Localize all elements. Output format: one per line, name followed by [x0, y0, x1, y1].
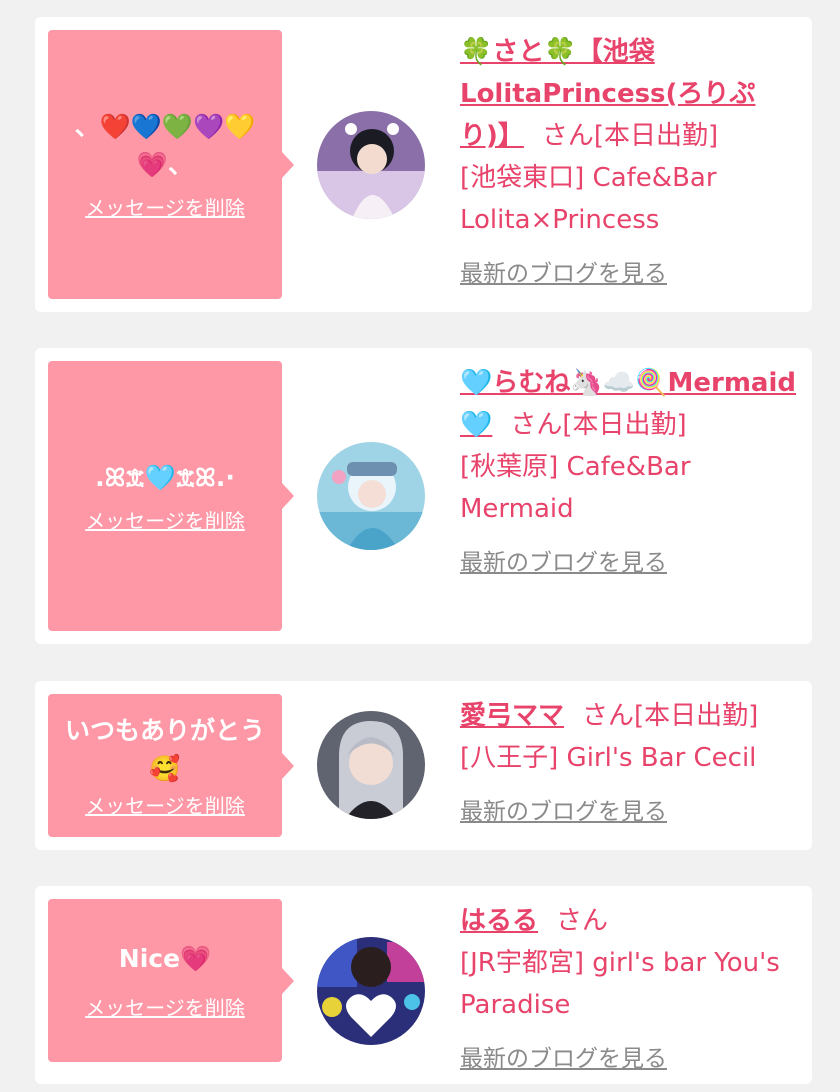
message-bubble: Nice💗 メッセージを削除 [48, 899, 294, 1062]
cast-info: 愛弓ママ さん[本日出勤] [八王子] Girl's Bar Cecil 最新のブ… [460, 695, 798, 833]
message-list: 、❤️💙💚💜💛💗、 メッセージを削除 🍀さと🍀【池袋LolitaPrincess… [0, 0, 840, 1092]
shop-name: [池袋東口] Cafe&Bar Lolita×Princess [460, 163, 717, 235]
avatar-photo [317, 711, 425, 819]
delete-message-link[interactable]: メッセージを削除 [85, 992, 245, 1021]
message-text: .ꕤ𖠊🩵𖠊ꕤ.· [95, 462, 235, 492]
message-bubble: いつもありがとう🥰 メッセージを削除 [48, 694, 294, 837]
cast-name-link[interactable]: 愛弓ママ [460, 701, 564, 731]
message-card: Nice💗 メッセージを削除 はるる さん [JR宇都宮] girl's bar … [35, 886, 812, 1084]
avatar-photo [317, 442, 425, 550]
cast-info: はるる さん [JR宇都宮] girl's bar You's Paradise … [460, 900, 798, 1080]
cast-suffix: さん [556, 906, 609, 936]
message-card: .ꕤ𖠊🩵𖠊ꕤ.· メッセージを削除 🩵らむね🦄☁️🍭Mermaid🩵 さん[本日出… [35, 348, 812, 644]
cast-info: 🩵らむね🦄☁️🍭Mermaid🩵 さん[本日出勤] [秋葉原] Cafe&Bar … [460, 362, 798, 584]
avatar[interactable] [317, 937, 425, 1045]
message-bubble: 、❤️💙💚💜💛💗、 メッセージを削除 [48, 30, 294, 299]
avatar[interactable] [317, 711, 425, 819]
latest-blog-link[interactable]: 最新のブログを見る [460, 253, 798, 295]
cast-suffix: さん[本日出勤] [510, 410, 687, 440]
message-text: Nice💗 [118, 944, 212, 973]
message-card: 、❤️💙💚💜💛💗、 メッセージを削除 🍀さと🍀【池袋LolitaPrincess… [35, 17, 812, 312]
avatar-photo [317, 111, 425, 219]
message-card: いつもありがとう🥰 メッセージを削除 愛弓ママ さん[本日出勤] [八王子] Gi… [35, 681, 812, 850]
message-text: いつもありがとう🥰 [64, 716, 265, 783]
message-bubble: .ꕤ𖠊🩵𖠊ꕤ.· メッセージを削除 [48, 361, 294, 631]
latest-blog-link[interactable]: 最新のブログを見る [460, 542, 798, 584]
latest-blog-link[interactable]: 最新のブログを見る [460, 791, 798, 833]
delete-message-link[interactable]: メッセージを削除 [85, 192, 245, 221]
shop-name: [秋葉原] Cafe&Bar Mermaid [460, 452, 691, 524]
cast-suffix: さん[本日出勤] [582, 701, 759, 731]
shop-name: [八王子] Girl's Bar Cecil [460, 743, 757, 773]
cast-name-link[interactable]: はるる [460, 906, 538, 936]
cast-info: 🍀さと🍀【池袋LolitaPrincess(ろりぷり)】 さん[本日出勤] [池袋… [460, 31, 798, 295]
shop-name: [JR宇都宮] girl's bar You's Paradise [460, 948, 780, 1020]
avatar[interactable] [317, 111, 425, 219]
delete-message-link[interactable]: メッセージを削除 [85, 505, 245, 534]
avatar-photo [317, 937, 425, 1045]
message-text: 、❤️💙💚💜💛💗、 [74, 112, 256, 179]
delete-message-link[interactable]: メッセージを削除 [85, 790, 245, 819]
latest-blog-link[interactable]: 最新のブログを見る [460, 1038, 798, 1080]
cast-suffix: さん[本日出勤] [541, 121, 719, 151]
avatar[interactable] [317, 442, 425, 550]
